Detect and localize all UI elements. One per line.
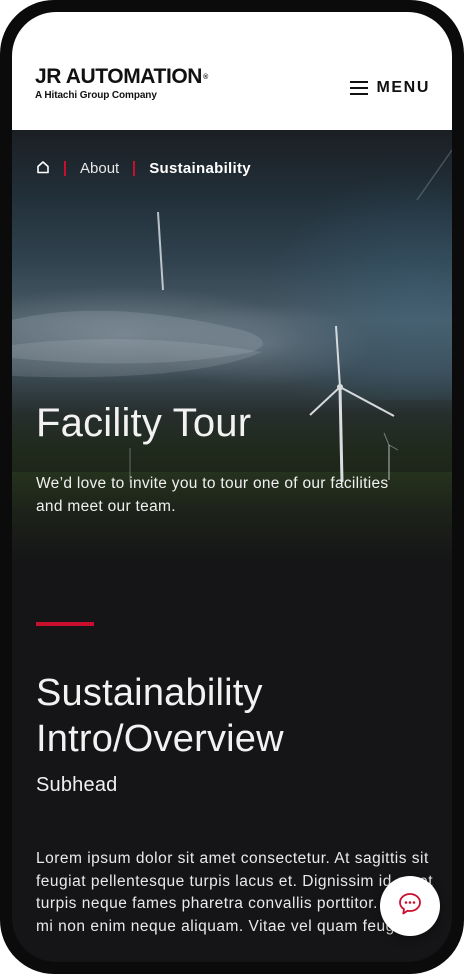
breadcrumb-separator [64,161,66,176]
section-title-line-2: Intro/Overview [36,718,284,760]
hero-title: Facility Tour [36,401,252,445]
hamburger-icon [350,81,369,95]
section-title: Sustainability Intro/Overview [36,670,436,762]
breadcrumb: About Sustainability [36,160,251,177]
section-title-line-1: Sustainability [36,672,263,714]
breadcrumb-about[interactable]: About [80,160,119,177]
breadcrumb-current: Sustainability [149,160,251,177]
hero-description: We’d love to invite you to tour one of o… [36,475,389,515]
logo-wordmark: JR AUTOMATION® [35,65,208,88]
breadcrumb-separator [133,161,136,176]
logo[interactable]: JR AUTOMATION® A Hitachi Group Company [35,65,208,102]
logo-tagline: A Hitachi Group Company [35,90,157,101]
section-body-text: Lorem ipsum dolor sit amet consectetur. … [36,850,434,935]
menu-button[interactable]: MENU [350,76,430,100]
phone-frame: JR AUTOMATION® A Hitachi Group Company M… [0,0,464,974]
section-accent-line [36,622,94,626]
site-header: JR AUTOMATION® A Hitachi Group Company M… [12,12,452,130]
hero-banner: About Sustainability Facility Tour We’d … [12,130,452,562]
section-subhead: Subhead [36,774,118,796]
chat-button[interactable] [380,876,440,936]
home-icon[interactable] [36,161,50,176]
menu-label: MENU [376,79,430,96]
chat-bubble-icon [397,891,423,922]
screen: JR AUTOMATION® A Hitachi Group Company M… [12,12,452,962]
